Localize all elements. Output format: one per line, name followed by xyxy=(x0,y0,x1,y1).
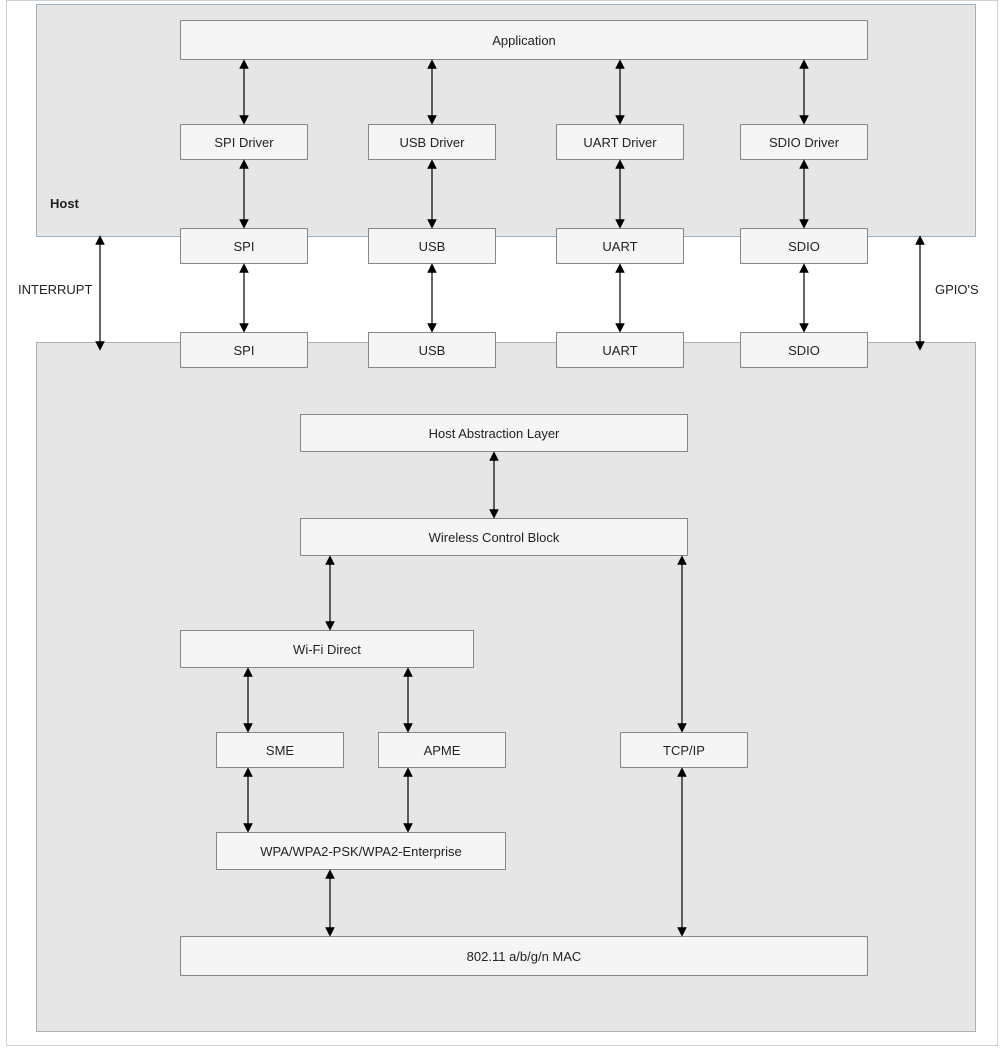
spi-host-block: SPI xyxy=(180,228,308,264)
tcpip-block: TCP/IP xyxy=(620,732,748,768)
sdio-host-block: SDIO xyxy=(740,228,868,264)
wifi-direct-block: Wi-Fi Direct xyxy=(180,630,474,668)
spi-driver-block: SPI Driver xyxy=(180,124,308,160)
usb-module-block: USB xyxy=(368,332,496,368)
uart-module-block: UART xyxy=(556,332,684,368)
gpios-label: GPIO'S xyxy=(935,282,979,297)
apme-block: APME xyxy=(378,732,506,768)
host-label: Host xyxy=(50,196,79,211)
usb-host-block: USB xyxy=(368,228,496,264)
mac-block: 802.11 a/b/g/n MAC xyxy=(180,936,868,976)
uart-host-block: UART xyxy=(556,228,684,264)
sdio-driver-block: SDIO Driver xyxy=(740,124,868,160)
uart-driver-block: UART Driver xyxy=(556,124,684,160)
sdio-module-block: SDIO xyxy=(740,332,868,368)
interrupt-label: INTERRUPT xyxy=(18,282,92,297)
wpa-block: WPA/WPA2-PSK/WPA2-Enterprise xyxy=(216,832,506,870)
host-abstraction-layer-block: Host Abstraction Layer xyxy=(300,414,688,452)
wireless-control-block: Wireless Control Block xyxy=(300,518,688,556)
application-block: Application xyxy=(180,20,868,60)
spi-module-block: SPI xyxy=(180,332,308,368)
usb-driver-block: USB Driver xyxy=(368,124,496,160)
sme-block: SME xyxy=(216,732,344,768)
